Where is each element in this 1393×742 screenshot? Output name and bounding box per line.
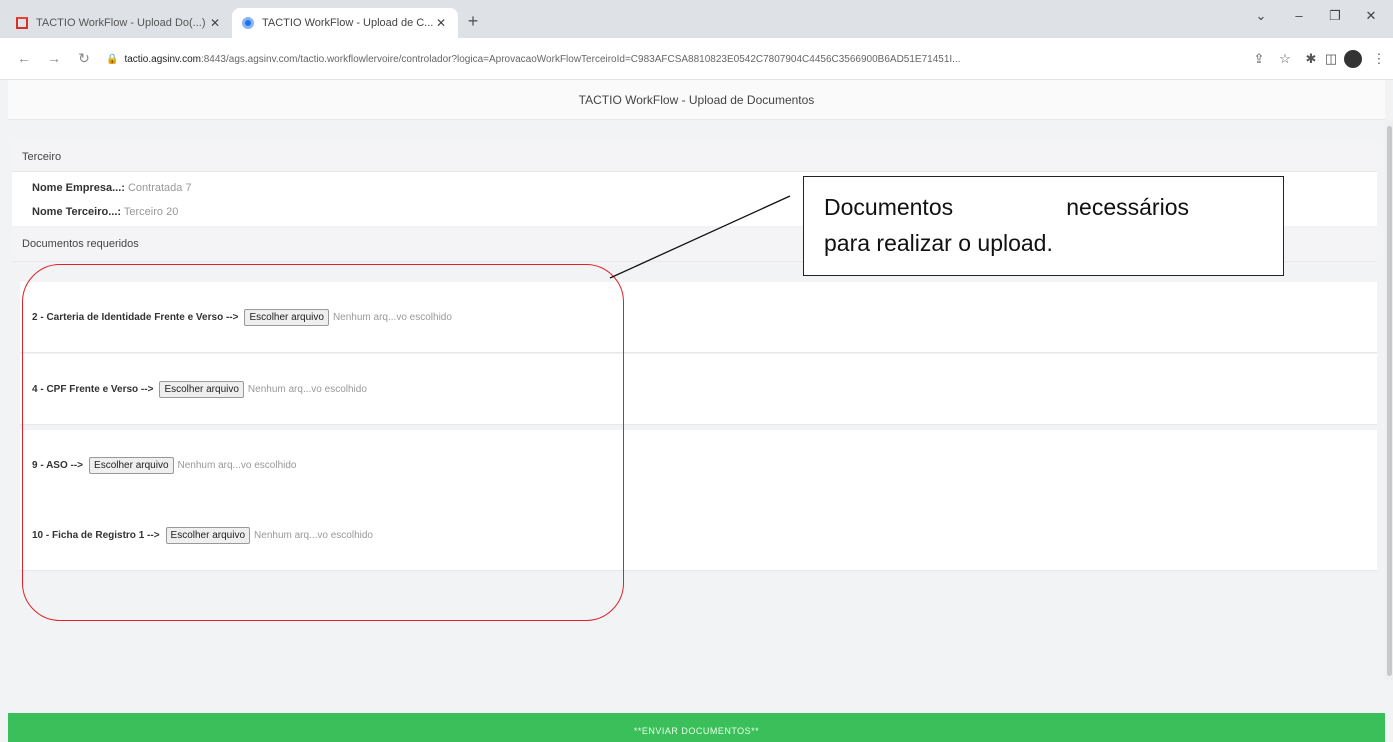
gmail-icon: [16, 17, 28, 29]
page-title: TACTIO WorkFlow - Upload de Documentos: [8, 80, 1385, 120]
highlight-ellipse: [22, 264, 624, 621]
reload-icon[interactable]: ↻: [74, 48, 94, 68]
menu-icon[interactable]: ⋮: [1370, 50, 1388, 68]
share-icon[interactable]: ⇪: [1250, 50, 1268, 68]
nome-empresa-value: Contratada 7: [127, 182, 192, 194]
new-tab-button[interactable]: +: [462, 10, 484, 32]
extensions-icon[interactable]: ✱: [1302, 50, 1320, 68]
callout-text: Documentos: [824, 194, 954, 220]
browser-tab-active[interactable]: TACTIO WorkFlow - Upload de C... ✕: [232, 8, 458, 38]
callout-line-1: Documentos necessários: [824, 189, 1189, 225]
nome-empresa-row: Nome Empresa...: Contratada 7: [32, 182, 192, 194]
star-icon[interactable]: ☆: [1276, 50, 1294, 68]
browser-toolbar: ← → ↻ 🔒 tactio.agsinv.com :8443/ags.agsi…: [0, 38, 1393, 80]
browser-tab-strip: TACTIO WorkFlow - Upload Do(...) ✕ TACTI…: [0, 0, 1393, 38]
address-bar[interactable]: 🔒 tactio.agsinv.com :8443/ags.agsinv.com…: [106, 47, 1284, 71]
url-host: tactio.agsinv.com: [124, 53, 201, 65]
restore-button[interactable]: ❐: [1320, 8, 1350, 30]
close-tab-icon[interactable]: ✕: [434, 16, 448, 30]
callout-box: Documentos necessários para realizar o u…: [803, 176, 1284, 276]
nome-terceiro-value: Terceiro 20: [123, 206, 179, 218]
back-icon[interactable]: ←: [14, 48, 34, 68]
tab-title: TACTIO WorkFlow - Upload Do(...): [36, 17, 206, 29]
submit-documents-button[interactable]: **ENVIAR DOCUMENTOS**: [8, 713, 1385, 742]
callout-line-2: para realizar o upload.: [824, 230, 1053, 256]
browser-tab[interactable]: TACTIO WorkFlow - Upload Do(...) ✕: [6, 8, 232, 38]
forward-icon[interactable]: →: [44, 48, 64, 68]
minimize-button[interactable]: –: [1284, 8, 1314, 30]
site-icon: [242, 17, 254, 29]
lock-icon: 🔒: [106, 53, 119, 65]
side-panel-icon[interactable]: ◫: [1322, 50, 1340, 68]
terceiro-heading: Terceiro: [12, 142, 1377, 172]
tab-title: TACTIO WorkFlow - Upload de C...: [262, 17, 434, 29]
avatar[interactable]: [1344, 50, 1362, 68]
scrollbar-thumb[interactable]: [1387, 126, 1392, 676]
close-tab-icon[interactable]: ✕: [208, 16, 222, 30]
callout-text: necessários: [1066, 194, 1189, 220]
nome-terceiro-label: Nome Terceiro...:: [32, 206, 122, 218]
url-path: :8443/ags.agsinv.com/tactio.workflowlerv…: [200, 53, 961, 65]
nome-terceiro-row: Nome Terceiro...: Terceiro 20: [32, 206, 178, 218]
chevron-down-icon[interactable]: ⌄: [1246, 8, 1276, 30]
close-window-button[interactable]: ✕: [1356, 8, 1386, 30]
nome-empresa-label: Nome Empresa...:: [32, 182, 125, 194]
